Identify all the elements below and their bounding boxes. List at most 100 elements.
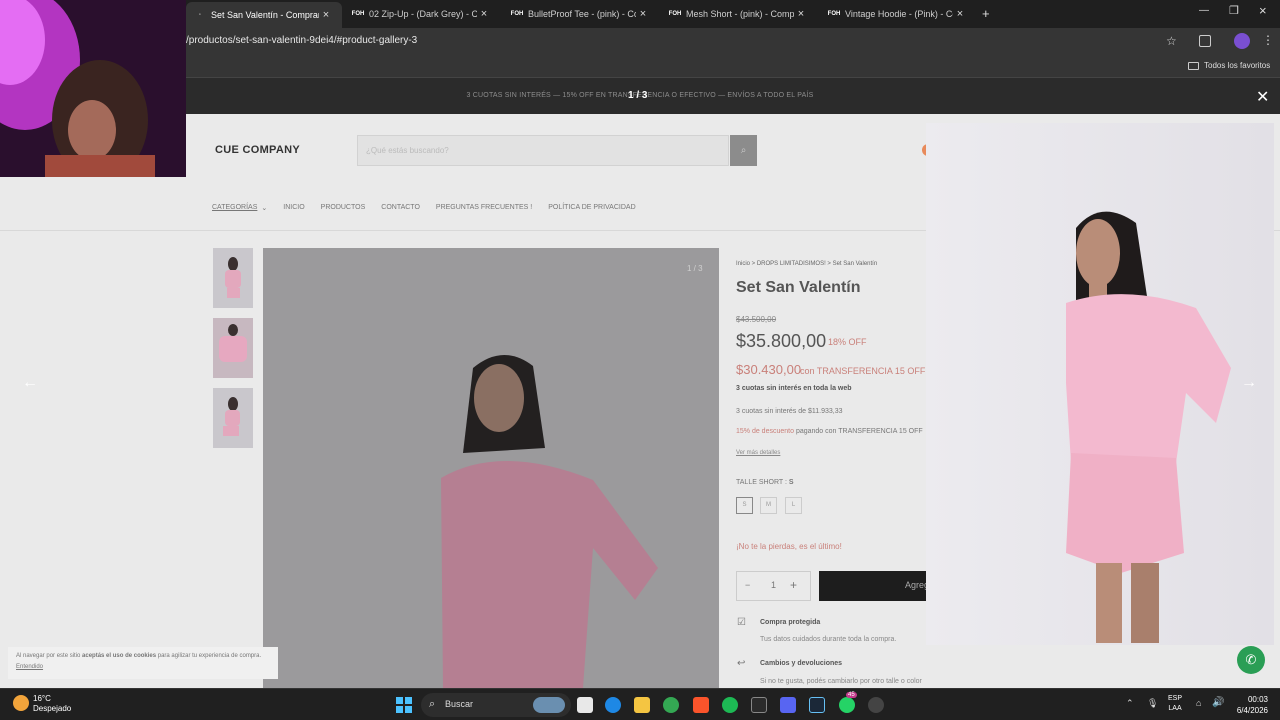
nav-categorias[interactable]: CATEGORÍAS xyxy=(212,204,257,212)
epic-games-icon[interactable] xyxy=(751,697,767,713)
tab-title: BulletProof Tee - (pink) - Comp xyxy=(528,9,636,19)
notification-badge: 45 xyxy=(846,692,857,698)
search-button[interactable]: ⌕ xyxy=(730,135,757,166)
tab-close-icon[interactable]: × xyxy=(477,8,491,20)
cookie-banner: Al navegar por este sitio aceptás el uso… xyxy=(8,647,278,679)
windows-start-icon[interactable] xyxy=(396,697,412,713)
discount-note: 15% de descuento pagando con TRANSFERENC… xyxy=(736,428,923,435)
menu-kebab-icon[interactable]: ⋮ xyxy=(1262,33,1274,47)
size-option-m[interactable]: M xyxy=(760,497,777,514)
tab-close-icon[interactable]: × xyxy=(319,9,333,21)
extensions-icon[interactable] xyxy=(1199,35,1211,47)
task-view-icon[interactable] xyxy=(577,697,593,713)
profile-avatar-icon[interactable] xyxy=(1234,33,1250,49)
new-tab-icon[interactable]: + xyxy=(982,6,990,21)
size-label: TALLE SHORT : S xyxy=(736,479,794,486)
qty-plus-button[interactable]: + xyxy=(790,578,797,592)
minimize-icon[interactable]: — xyxy=(1199,5,1209,16)
foh-favicon-icon: FOH xyxy=(351,11,365,17)
add-to-cart-button[interactable]: Agreg xyxy=(819,571,929,601)
product-main-image[interactable] xyxy=(263,248,719,688)
main-nav: CATEGORÍAS ⌄ INICIO PRODUCTOS CONTACTO P… xyxy=(212,204,652,212)
tab-set-san-valentin[interactable]: ◦ Set San Valentín - Comprar en C × xyxy=(186,2,342,28)
urgency-message: ¡No te la pierdas, es el último! xyxy=(736,542,842,551)
gallery-thumbnail[interactable] xyxy=(213,388,253,448)
tab-mesh-short[interactable]: FOH Mesh Short - (pink) - Comprar e × xyxy=(661,4,813,24)
spotify-icon[interactable] xyxy=(722,697,738,713)
cookie-accept-link[interactable]: Entendido xyxy=(16,664,43,670)
gallery-next-arrow-icon[interactable]: → xyxy=(1241,374,1257,392)
size-option-l[interactable]: L xyxy=(785,497,802,514)
size-option-s[interactable]: S xyxy=(736,497,753,514)
gallery-thumbnail[interactable] xyxy=(213,248,253,308)
search-input[interactable]: ¿Qué estás buscando? xyxy=(357,135,729,166)
transfer-label: con TRANSFERENCIA 15 OFF ! xyxy=(800,366,931,376)
language-indicator[interactable]: ESP LAA xyxy=(1168,694,1182,714)
nav-inicio[interactable]: INICIO xyxy=(283,204,304,212)
lang-line2: LAA xyxy=(1168,705,1182,712)
app-icon[interactable] xyxy=(868,697,884,713)
nav-contacto[interactable]: CONTACTO xyxy=(381,204,420,212)
cookie-text-prefix: Al navegar por este sitio xyxy=(16,653,83,659)
weather-icon[interactable] xyxy=(13,695,29,711)
tab-title: 02 Zip-Up - (Dark Grey) - Comp xyxy=(369,9,477,19)
discord-icon[interactable] xyxy=(780,697,796,713)
tab-close-icon[interactable]: × xyxy=(794,8,808,20)
weather-temp: 16°C xyxy=(33,694,51,703)
tab-close-icon[interactable]: × xyxy=(636,8,650,20)
transfer-price: $30.430,00 xyxy=(736,362,802,377)
tab-zip-up[interactable]: FOH 02 Zip-Up - (Dark Grey) - Comp × xyxy=(344,4,496,24)
gallery-thumbnail[interactable] xyxy=(213,318,253,378)
nav-preguntas[interactable]: PREGUNTAS FRECUENTES ! xyxy=(436,204,532,212)
image-counter: 1 / 3 xyxy=(687,264,703,273)
windows-taskbar: 16°C Despejado ⌕ Buscar 45 ⌃ 🎙 ESP LAA ⌂… xyxy=(0,688,1280,720)
store-logo[interactable]: CUE COMPANY xyxy=(215,144,300,156)
weather-desc: Despejado xyxy=(33,704,72,713)
cookie-text-bold: aceptás el uso de cookies xyxy=(82,653,157,659)
whatsapp-app-icon[interactable] xyxy=(839,697,855,713)
lightbox-image[interactable] xyxy=(926,123,1274,645)
chevron-down-icon[interactable]: ⌄ xyxy=(261,204,267,212)
network-icon[interactable]: ⌂ xyxy=(1196,698,1201,708)
window-close-icon[interactable]: × xyxy=(1259,3,1267,18)
search-placeholder: ¿Qué estás buscando? xyxy=(366,146,449,155)
details-link[interactable]: Ver más detalles xyxy=(736,450,780,456)
feature-title: Cambios y devoluciones xyxy=(760,660,843,667)
feature-desc: Tus datos cuidados durante toda la compr… xyxy=(760,636,897,643)
discount-highlight: 15% de descuento xyxy=(736,428,794,435)
breadcrumb[interactable]: Inicio > DROPS LIMITADISIMOS! > Set San … xyxy=(736,261,877,267)
taskbar-search-label: Buscar xyxy=(445,699,474,709)
foh-favicon-icon: FOH xyxy=(510,11,524,17)
bookmark-star-icon[interactable]: ☆ xyxy=(1166,34,1177,48)
whatsapp-icon[interactable]: ✆ xyxy=(1237,646,1265,674)
brave-icon[interactable] xyxy=(693,697,709,713)
nav-productos[interactable]: PRODUCTOS xyxy=(321,204,366,212)
weather-widget[interactable]: 16°C Despejado xyxy=(33,694,71,714)
taskbar-search[interactable]: ⌕ Buscar xyxy=(421,693,571,717)
tab-vintage-hoodie[interactable]: FOH Vintage Hoodie - (Pink) - Comp × xyxy=(820,4,972,24)
gallery-prev-arrow-icon[interactable]: ← xyxy=(22,374,38,392)
qty-value[interactable]: 1 xyxy=(771,580,776,590)
bookmarks-bar: Todos los favoritos xyxy=(0,56,1280,78)
qty-minus-button[interactable]: − xyxy=(745,580,750,590)
edge-icon[interactable] xyxy=(605,697,621,713)
restore-icon[interactable]: ❐ xyxy=(1229,4,1239,17)
file-explorer-icon[interactable] xyxy=(634,697,650,713)
return-arrow-icon: ↩ xyxy=(737,658,746,669)
feature-title: Compra protegida xyxy=(760,619,821,626)
all-bookmarks-link[interactable]: Todos los favoritos xyxy=(1204,61,1270,70)
tray-chevron-up-icon[interactable]: ⌃ xyxy=(1126,698,1134,709)
search-icon: ⌕ xyxy=(429,698,436,710)
nav-privacidad[interactable]: POLÍTICA DE PRIVACIDAD xyxy=(548,204,635,212)
lightbox-close-icon[interactable]: ✕ xyxy=(1256,87,1269,107)
tab-close-icon[interactable]: × xyxy=(953,8,967,20)
old-price: $43.500,00 xyxy=(736,315,777,324)
lang-line1: ESP xyxy=(1168,695,1183,702)
system-clock[interactable]: 00:03 6/4/2026 xyxy=(1218,694,1268,716)
size-label-text: TALLE SHORT : xyxy=(736,479,789,486)
steam-icon[interactable] xyxy=(809,697,825,713)
chrome-icon[interactable] xyxy=(663,697,679,713)
tab-bulletproof-tee[interactable]: FOH BulletProof Tee - (pink) - Comp × xyxy=(503,4,655,24)
microphone-icon[interactable]: 🎙 xyxy=(1147,698,1158,709)
url-field[interactable]: /productos/set-san-valentin-9dei4/#produ… xyxy=(186,35,417,46)
